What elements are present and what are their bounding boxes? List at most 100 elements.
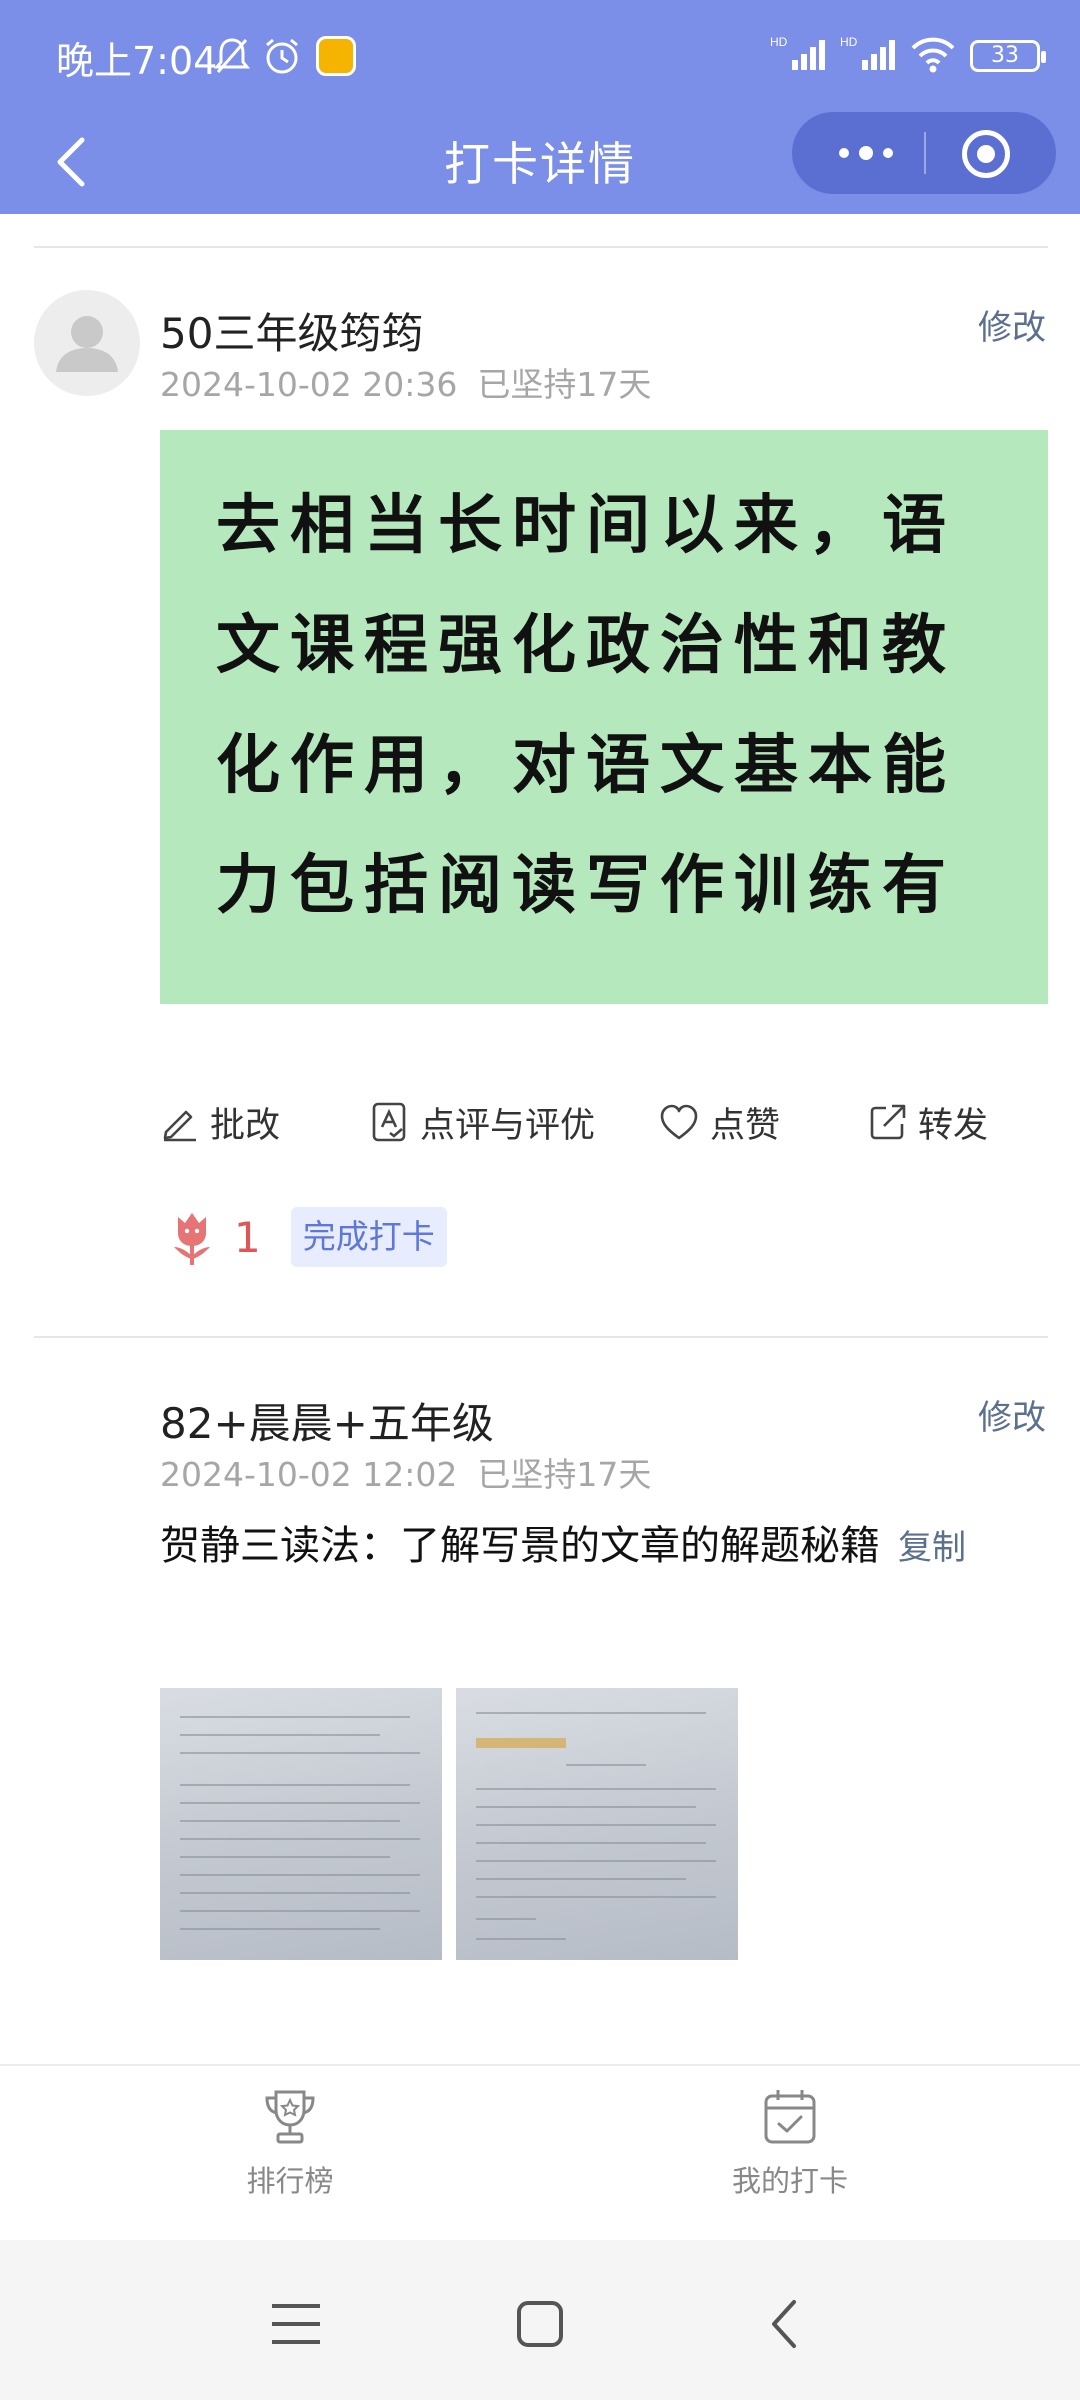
text-line (180, 1928, 380, 1930)
post-streak: 已坚持17天 (477, 1455, 652, 1494)
signal-icon-2: HD (840, 34, 896, 78)
text-line (476, 1806, 696, 1808)
wifi-icon (910, 34, 956, 78)
checkin-post: 82+晨晨+五年级 2024-10-02 12:02 已坚持17天 修改 贺静三读… (0, 1380, 1080, 2098)
post-datetime: 2024-10-02 12:02 (160, 1455, 458, 1494)
capsule-divider (924, 132, 926, 174)
flower-icon[interactable] (164, 1207, 220, 1267)
status-time: 晚上7:04 (56, 39, 218, 83)
post-text: 贺静三读法：了解写景的文章的解题秘籍 复制 (160, 1510, 1048, 1584)
post-datetime: 2024-10-02 20:36 (160, 365, 458, 404)
text-line (566, 1764, 646, 1766)
text-line (476, 1878, 686, 1880)
text-line (476, 1788, 716, 1790)
correct-button[interactable]: 批改 (160, 1092, 280, 1152)
app-notification-icon (316, 36, 356, 76)
text-line (180, 1802, 420, 1804)
divider (34, 246, 1048, 248)
like-button[interactable]: 点赞 (658, 1092, 780, 1152)
text-line (476, 1842, 706, 1844)
post-image[interactable]: 去相当长时间以来，语 文课程强化政治性和教 化作用，对语文基本能 力包括阅读写作… (160, 430, 1048, 1004)
text-line (476, 1918, 536, 1920)
flower-count: 1 (234, 1212, 261, 1262)
tab-leaderboard-label: 排行榜 (246, 2164, 334, 2198)
bottom-tab-bar: 排行榜 我的打卡 (0, 2064, 1080, 2240)
text-line (180, 1752, 420, 1754)
flower-row: 1 完成打卡 (164, 1204, 447, 1270)
close-miniprogram-button[interactable] (962, 130, 1010, 178)
square-home-icon (517, 2301, 563, 2347)
correct-label: 批改 (210, 1105, 281, 1146)
post-text-content: 贺静三读法：了解写景的文章的解题秘籍 (160, 1523, 880, 1569)
text-line (476, 1896, 716, 1898)
heart-icon (660, 1104, 698, 1140)
tab-my-checkin[interactable]: 我的打卡 (670, 2086, 910, 2226)
post-meta: 2024-10-02 20:36 已坚持17天 (160, 358, 651, 406)
pencil-icon (163, 1110, 196, 1142)
svg-text:HD: HD (770, 35, 788, 49)
svg-text:HD: HD (840, 35, 858, 49)
text-line (180, 1784, 410, 1786)
share-button[interactable]: 转发 (868, 1092, 988, 1152)
status-right: HD HD 33 (770, 34, 1046, 78)
signal-icon: HD (770, 34, 826, 78)
checkin-post: 50三年级筠筠 2024-10-02 20:36 已坚持17天 修改 去相当长时间… (0, 290, 1080, 1300)
avatar[interactable] (34, 290, 140, 396)
review-label: 点评与评优 (420, 1105, 596, 1146)
share-label: 转发 (918, 1105, 989, 1146)
text-line (476, 1860, 716, 1862)
edit-link[interactable]: 修改 (978, 1390, 1046, 1439)
copy-link[interactable]: 复制 (898, 1528, 966, 1568)
image-text-line: 文课程强化政治性和教 (216, 608, 956, 683)
calendar-check-icon (764, 2090, 816, 2144)
image-text-line: 化作用，对语文基本能 (216, 728, 956, 803)
dot-icon (883, 148, 893, 158)
post-image-thumb[interactable] (456, 1688, 738, 1960)
text-line (180, 1856, 390, 1858)
post-username: 82+晨晨+五年级 (160, 1399, 494, 1448)
dot-icon (859, 146, 873, 160)
mute-bell-icon (213, 36, 251, 80)
post-actions: 批改 点评与评优 点赞 转发 (160, 1092, 1048, 1152)
nav-bar: 打卡详情 (0, 110, 1080, 214)
text-line (476, 1824, 716, 1826)
post-image-thumb[interactable] (160, 1688, 442, 1960)
tab-my-checkin-label: 我的打卡 (731, 2164, 848, 2198)
text-line (476, 1712, 706, 1714)
divider (34, 1336, 1048, 1338)
share-icon (870, 1104, 906, 1140)
like-label: 点赞 (710, 1105, 781, 1146)
text-line (180, 1892, 410, 1894)
top-bar: 晚上7:04 HD HD 33 打卡详情 (0, 0, 1080, 214)
text-line (180, 1820, 400, 1822)
image-text-line: 去相当长时间以来，语 (216, 488, 956, 563)
home-button[interactable] (500, 2284, 580, 2364)
status-badge: 完成打卡 (290, 1207, 447, 1267)
text-line (476, 1738, 566, 1748)
review-doc-icon (372, 1102, 406, 1142)
default-avatar-icon (56, 316, 118, 372)
text-line (180, 1716, 410, 1718)
edit-link[interactable]: 修改 (978, 300, 1046, 349)
review-button[interactable]: 点评与评优 (370, 1092, 595, 1152)
text-line (180, 1910, 420, 1912)
document-page-photo (160, 1688, 442, 1960)
tab-leaderboard[interactable]: 排行榜 (170, 2086, 410, 2226)
post-streak: 已坚持17天 (477, 365, 652, 404)
post-meta: 2024-10-02 12:02 已坚持17天 (160, 1448, 651, 1496)
image-text-line: 力包括阅读写作训练有 (216, 848, 956, 923)
back-arrow-icon (772, 2300, 796, 2348)
menu-icon (272, 2304, 320, 2344)
text-line (476, 1938, 566, 1940)
text-line (180, 1874, 420, 1876)
more-button[interactable] (826, 132, 906, 174)
system-back-button[interactable] (744, 2284, 824, 2364)
system-nav-bar (0, 2240, 1080, 2400)
screen: 晚上7:04 HD HD 33 打卡详情 50三年级筠筠 2024-10-02 … (0, 0, 1080, 2400)
text-line (180, 1734, 380, 1736)
menu-button[interactable] (256, 2284, 336, 2364)
post-username: 50三年级筠筠 (160, 309, 424, 358)
text-line (180, 1838, 420, 1840)
trophy-icon (265, 2090, 315, 2144)
dot-icon (839, 148, 849, 158)
